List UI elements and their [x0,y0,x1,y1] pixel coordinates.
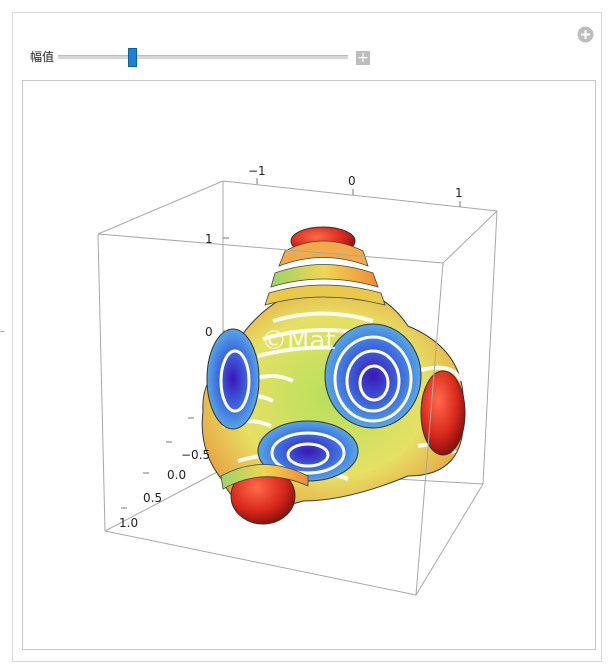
top-tick-label: −1 [248,164,266,178]
plot-frame: −1 0 1 1 0 −0.5 0.0 0.5 1.0 ©Mat [22,80,596,650]
front-tick-label: −0.5 [181,448,210,462]
side-mark: – [0,326,5,337]
top-tick-label: 1 [455,186,463,200]
front-tick-label: 1.0 [119,516,138,530]
left-tick-label: 0 [205,325,213,339]
top-tick-label: 0 [348,174,356,188]
slider-track [58,55,348,59]
front-tick-label: 0.0 [167,468,186,482]
surface-plot[interactable]: −1 0 1 1 0 −0.5 0.0 0.5 1.0 ©Mat [23,81,595,649]
slider-thumb[interactable] [128,48,137,67]
add-icon[interactable] [577,26,594,43]
slider-expand-button[interactable]: + [356,51,370,65]
watermark: ©Mat [261,326,336,356]
amplitude-label: 幅值 [30,50,55,64]
front-tick-label: 0.5 [143,491,162,505]
left-tick-label: 1 [205,232,213,246]
amplitude-slider[interactable] [58,48,348,67]
